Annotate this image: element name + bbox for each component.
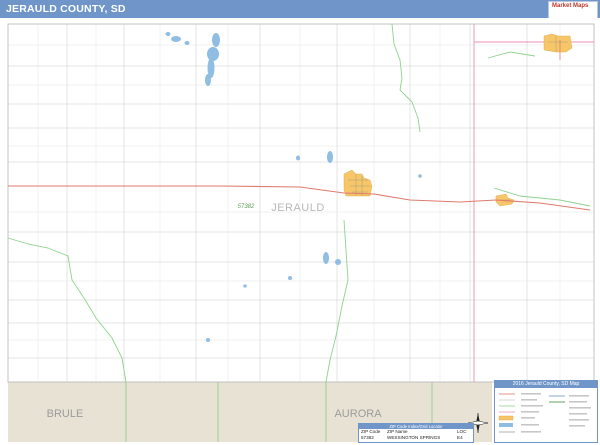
lake: [335, 259, 341, 265]
zip-name-cell: WESSINGTON SPRINGS: [387, 435, 441, 440]
lake: [205, 74, 211, 86]
lake: [171, 36, 181, 42]
logo-brand: Market Maps: [552, 3, 589, 9]
zip-code-index: ZIP Code Index/Grid Locator ZIP Code ZIP…: [358, 423, 474, 443]
neighbor-county-label: BRULE: [47, 408, 84, 420]
lake: [165, 32, 171, 36]
lake: [288, 276, 292, 280]
lake: [184, 41, 190, 45]
lake: [296, 155, 300, 161]
zip-code-label: 57382: [238, 204, 255, 210]
lake: [243, 284, 247, 288]
lake: [327, 151, 333, 163]
city-wessington: [543, 33, 573, 53]
legend-symbols: [498, 393, 591, 433]
title-bar: JERAULD COUNTY, SD Market Maps: [0, 0, 600, 19]
county-map[interactable]: JERAULD 57382 BRULE AURORA: [0, 18, 600, 442]
publisher-logo: Market Maps: [548, 1, 598, 19]
legend-title: 2016 Jerauld County, SD Map: [495, 381, 597, 388]
neighbor-county-label: AURORA: [334, 408, 382, 420]
lake: [418, 174, 422, 178]
lake: [207, 47, 219, 61]
lake: [206, 338, 210, 342]
map-legend: 2016 Jerauld County, SD Map: [494, 380, 598, 443]
zip-code-cell: 57382: [361, 435, 374, 440]
zip-loc-cell: E4: [457, 435, 463, 440]
lake: [212, 33, 220, 47]
county-label: JERAULD: [271, 202, 325, 214]
page: JERAULD COUNTY, SD Market Maps JERAULD 5…: [0, 0, 600, 443]
lake: [323, 252, 329, 264]
table-row: 57382 WESSINGTON SPRINGS E4: [359, 435, 473, 441]
map-title: JERAULD COUNTY, SD: [6, 3, 126, 15]
